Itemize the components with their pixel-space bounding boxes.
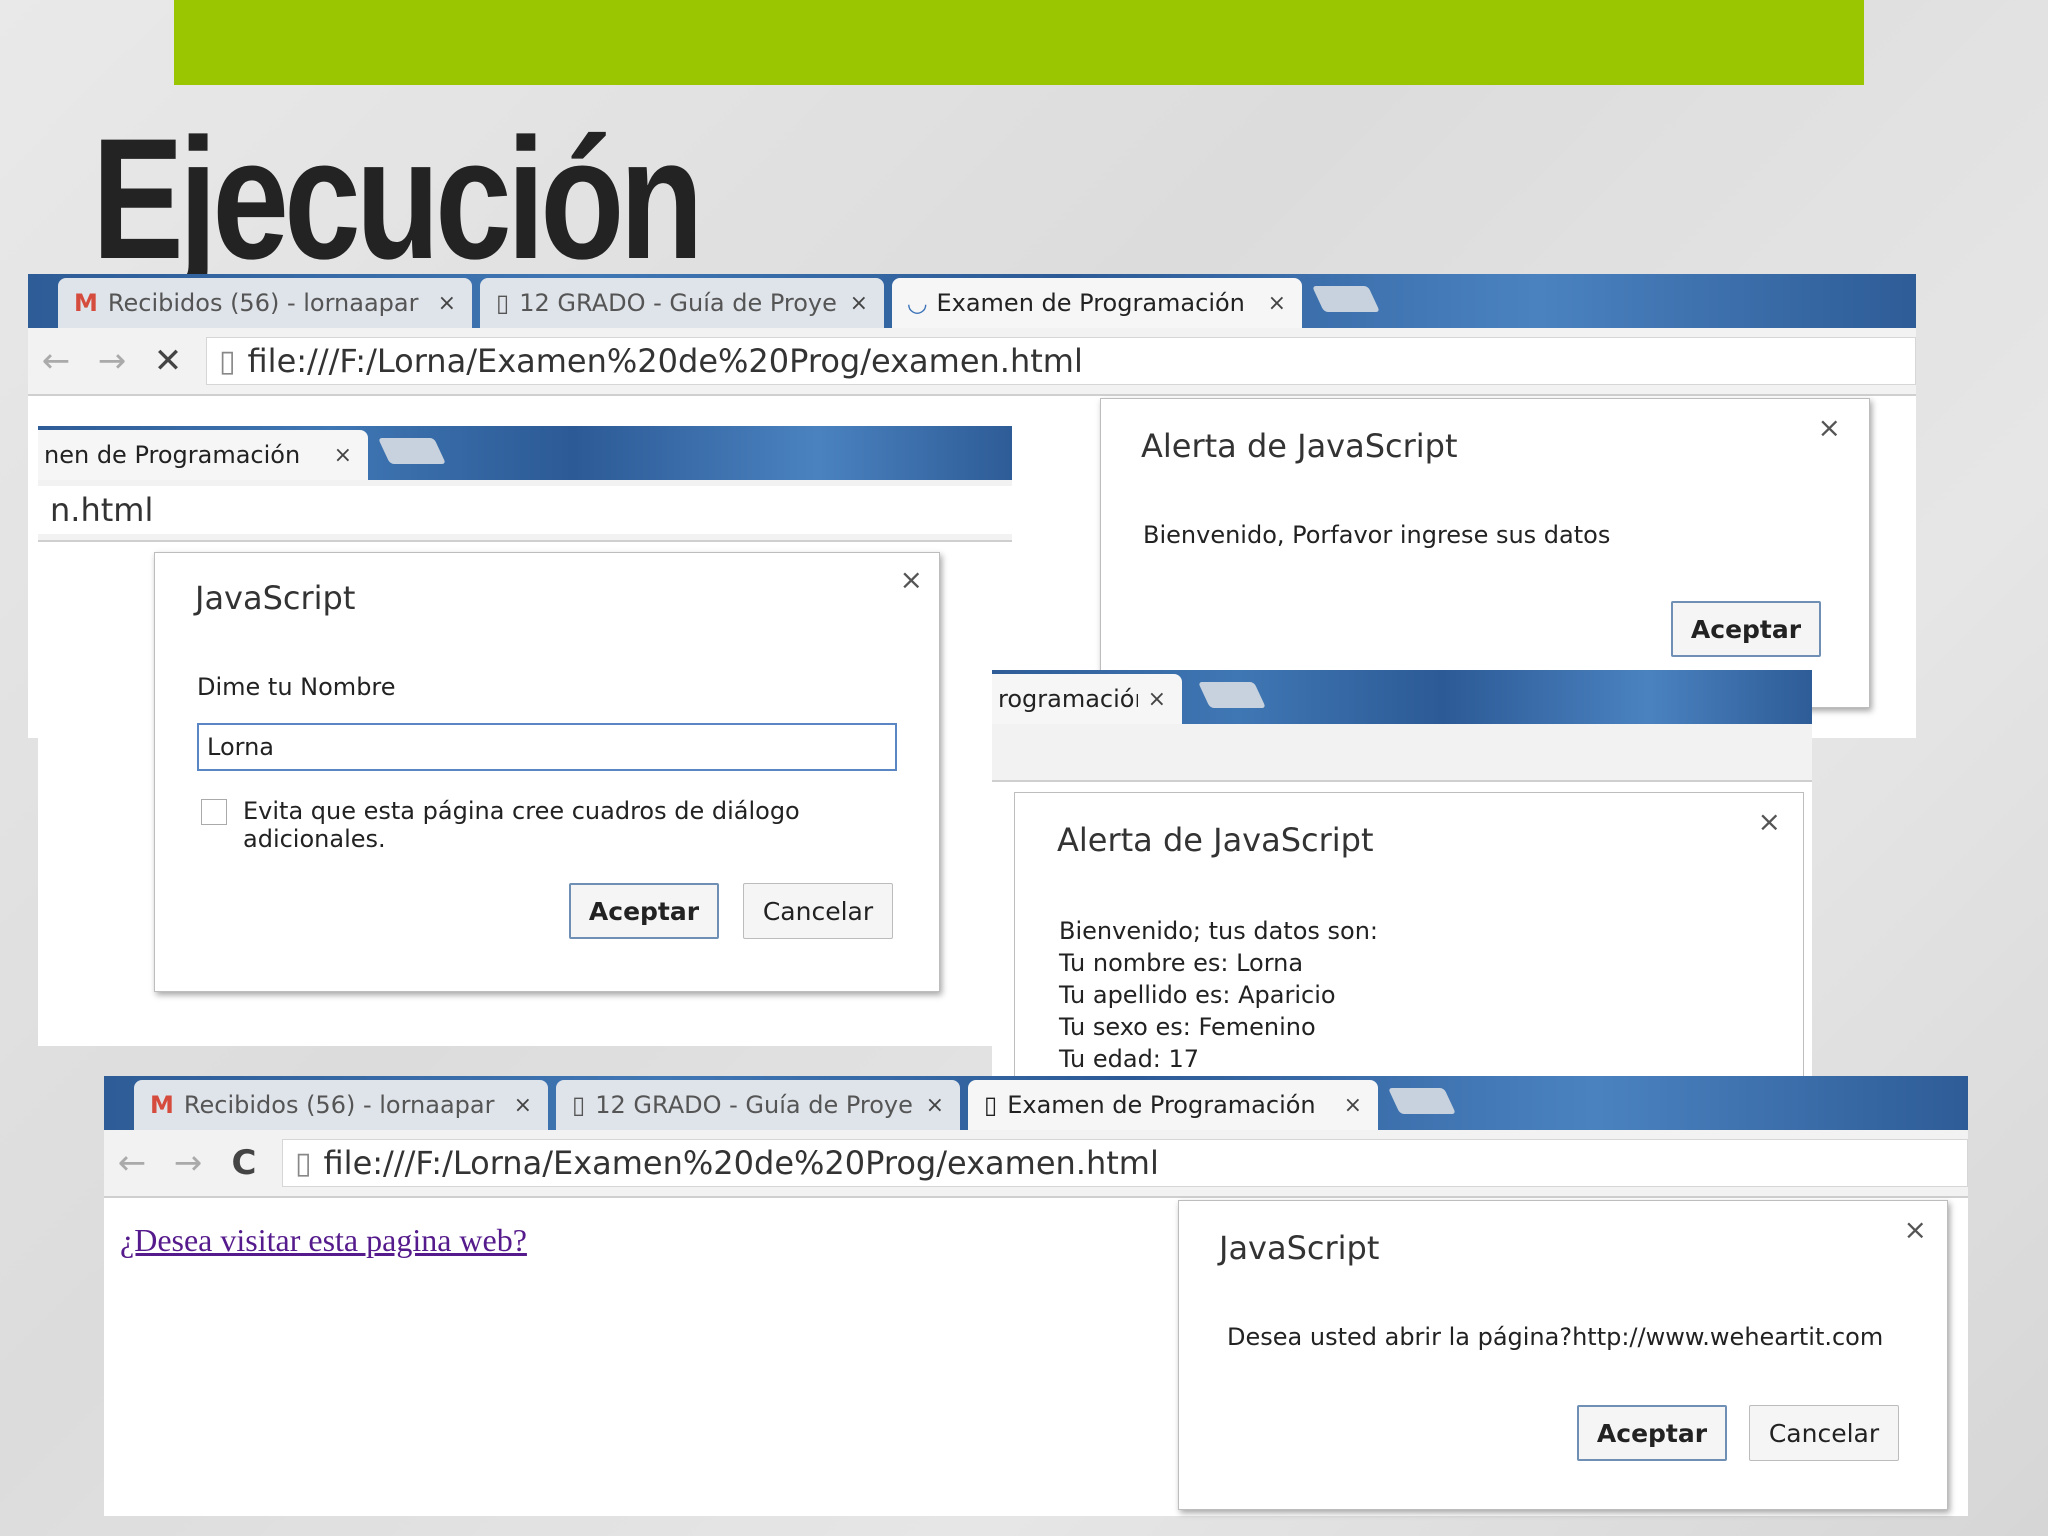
url-text: file:///F:/Lorna/Examen%20de%20Prog/exam… [247, 342, 1083, 380]
page-icon: ▯ [496, 289, 510, 317]
dialog-title: JavaScript [195, 579, 356, 617]
suppress-dialogs-checkbox[interactable] [201, 799, 227, 825]
new-tab-button[interactable] [1311, 286, 1381, 312]
tab-label: Recibidos (56) - lornaapar [183, 1091, 495, 1119]
ok-button[interactable]: Aceptar [1671, 601, 1821, 657]
ok-button[interactable]: Aceptar [1577, 1405, 1727, 1461]
ok-button[interactable]: Aceptar [569, 883, 719, 939]
dialog-message: Bienvenido; tus datos son: Tu nombre es:… [1059, 915, 1378, 1075]
close-icon[interactable]: × [1344, 1093, 1362, 1118]
browser-toolbar: ← → C ▯ file:///F:/Lorna/Examen%20de%20P… [104, 1130, 1968, 1198]
tab-examen[interactable]: ◡ Examen de Programación × [892, 278, 1302, 328]
browser-toolbar: n.html [38, 480, 1012, 542]
name-input[interactable] [197, 723, 897, 771]
dialog-message: Bienvenido, Porfavor ingrese sus datos [1143, 521, 1611, 549]
close-icon[interactable]: × [850, 291, 868, 316]
loading-spinner-icon: ◡ [908, 289, 927, 317]
dialog-title: Alerta de JavaScript [1141, 427, 1458, 465]
new-tab-button[interactable] [377, 438, 447, 464]
page-icon: ▯ [572, 1091, 586, 1119]
alert-dialog-data: Alerta de JavaScript × Bienvenido; tus d… [1014, 792, 1804, 1092]
confirm-dialog: JavaScript × Desea usted abrir la página… [1178, 1200, 1948, 1510]
url-text: file:///F:/Lorna/Examen%20de%20Prog/exam… [323, 1144, 1159, 1182]
tab-label: rogramación [998, 685, 1138, 713]
visit-page-link[interactable]: ¿Desea visitar esta pagina web? [120, 1222, 527, 1259]
message-line: Tu apellido es: Aparicio [1059, 981, 1336, 1009]
tab-gmail[interactable]: M Recibidos (56) - lornaapar × [134, 1080, 548, 1130]
url-text: n.html [50, 491, 154, 529]
forward-button[interactable]: → [84, 341, 140, 381]
close-icon[interactable]: × [334, 443, 352, 468]
close-icon[interactable]: × [926, 1093, 944, 1118]
new-tab-button[interactable] [1197, 682, 1267, 708]
stop-button[interactable]: ✕ [140, 341, 196, 381]
forward-button[interactable]: → [160, 1143, 216, 1183]
page-icon: ▯ [984, 1091, 998, 1119]
tab-strip: nen de Programación × [38, 426, 1012, 480]
close-icon[interactable]: × [1904, 1213, 1927, 1246]
tab-examen[interactable]: rogramación × [992, 674, 1182, 724]
tab-gmail[interactable]: M Recibidos (56) - lornaapar × [58, 278, 472, 328]
slide-title: Ejecución [92, 103, 704, 295]
page-icon: ▯ [219, 343, 236, 379]
tab-strip: M Recibidos (56) - lornaapar × ▯ 12 GRAD… [28, 274, 1916, 328]
reload-button[interactable]: C [216, 1143, 272, 1183]
close-icon[interactable]: × [900, 563, 923, 596]
new-tab-button[interactable] [1387, 1088, 1457, 1114]
tab-label: Recibidos (56) - lornaapar [107, 289, 419, 317]
gmail-icon: M [150, 1091, 174, 1119]
close-icon[interactable]: × [1148, 687, 1166, 712]
tab-label: nen de Programación [44, 441, 301, 469]
address-bar[interactable]: ▯ file:///F:/Lorna/Examen%20de%20Prog/ex… [282, 1139, 1968, 1187]
message-line: Tu sexo es: Femenino [1059, 1013, 1316, 1041]
dialog-title: JavaScript [1219, 1229, 1380, 1267]
cancel-button[interactable]: Cancelar [743, 883, 893, 939]
browser-toolbar [992, 724, 1812, 782]
tab-strip: M Recibidos (56) - lornaapar × ▯ 12 GRAD… [104, 1076, 1968, 1130]
close-icon[interactable]: × [1268, 291, 1286, 316]
dialog-message: Desea usted abrir la página?http://www.w… [1227, 1323, 1884, 1351]
tab-examen[interactable]: nen de Programación × [38, 430, 368, 480]
tab-label: Examen de Programación [936, 289, 1245, 317]
close-icon[interactable]: × [1758, 805, 1781, 838]
message-line: Tu edad: 17 [1059, 1045, 1200, 1073]
address-bar[interactable]: n.html [38, 486, 1012, 534]
tab-strip: rogramación × [992, 670, 1812, 724]
browser-toolbar: ← → ✕ ▯ file:///F:/Lorna/Examen%20de%20P… [28, 328, 1916, 396]
dialog-title: Alerta de JavaScript [1057, 821, 1374, 859]
prompt-dialog: JavaScript × Dime tu Nombre Evita que es… [154, 552, 940, 992]
dialog-message: Dime tu Nombre [197, 673, 396, 701]
tab-label: Examen de Programación [1007, 1091, 1316, 1119]
close-icon[interactable]: × [514, 1093, 532, 1118]
address-bar[interactable]: ▯ file:///F:/Lorna/Examen%20de%20Prog/ex… [206, 337, 1916, 385]
close-icon[interactable]: × [1818, 411, 1841, 444]
tab-examen[interactable]: ▯ Examen de Programación × [968, 1080, 1378, 1130]
message-line: Bienvenido; tus datos son: [1059, 917, 1378, 945]
cancel-button[interactable]: Cancelar [1749, 1405, 1899, 1461]
tab-label: 12 GRADO - Guía de Proye [519, 289, 837, 317]
tab-label: 12 GRADO - Guía de Proye [595, 1091, 913, 1119]
gmail-icon: M [74, 289, 98, 317]
accent-bar [174, 0, 1864, 85]
message-line: Tu nombre es: Lorna [1059, 949, 1304, 977]
back-button[interactable]: ← [28, 341, 84, 381]
close-icon[interactable]: × [438, 291, 456, 316]
back-button[interactable]: ← [104, 1143, 160, 1183]
alert-dialog-welcome: Alerta de JavaScript × Bienvenido, Porfa… [1100, 398, 1870, 708]
page-icon: ▯ [295, 1145, 312, 1181]
tab-guia[interactable]: ▯ 12 GRADO - Guía de Proye × [480, 278, 884, 328]
checkbox-label: Evita que esta página cree cuadros de di… [243, 797, 800, 853]
tab-guia[interactable]: ▯ 12 GRADO - Guía de Proye × [556, 1080, 960, 1130]
